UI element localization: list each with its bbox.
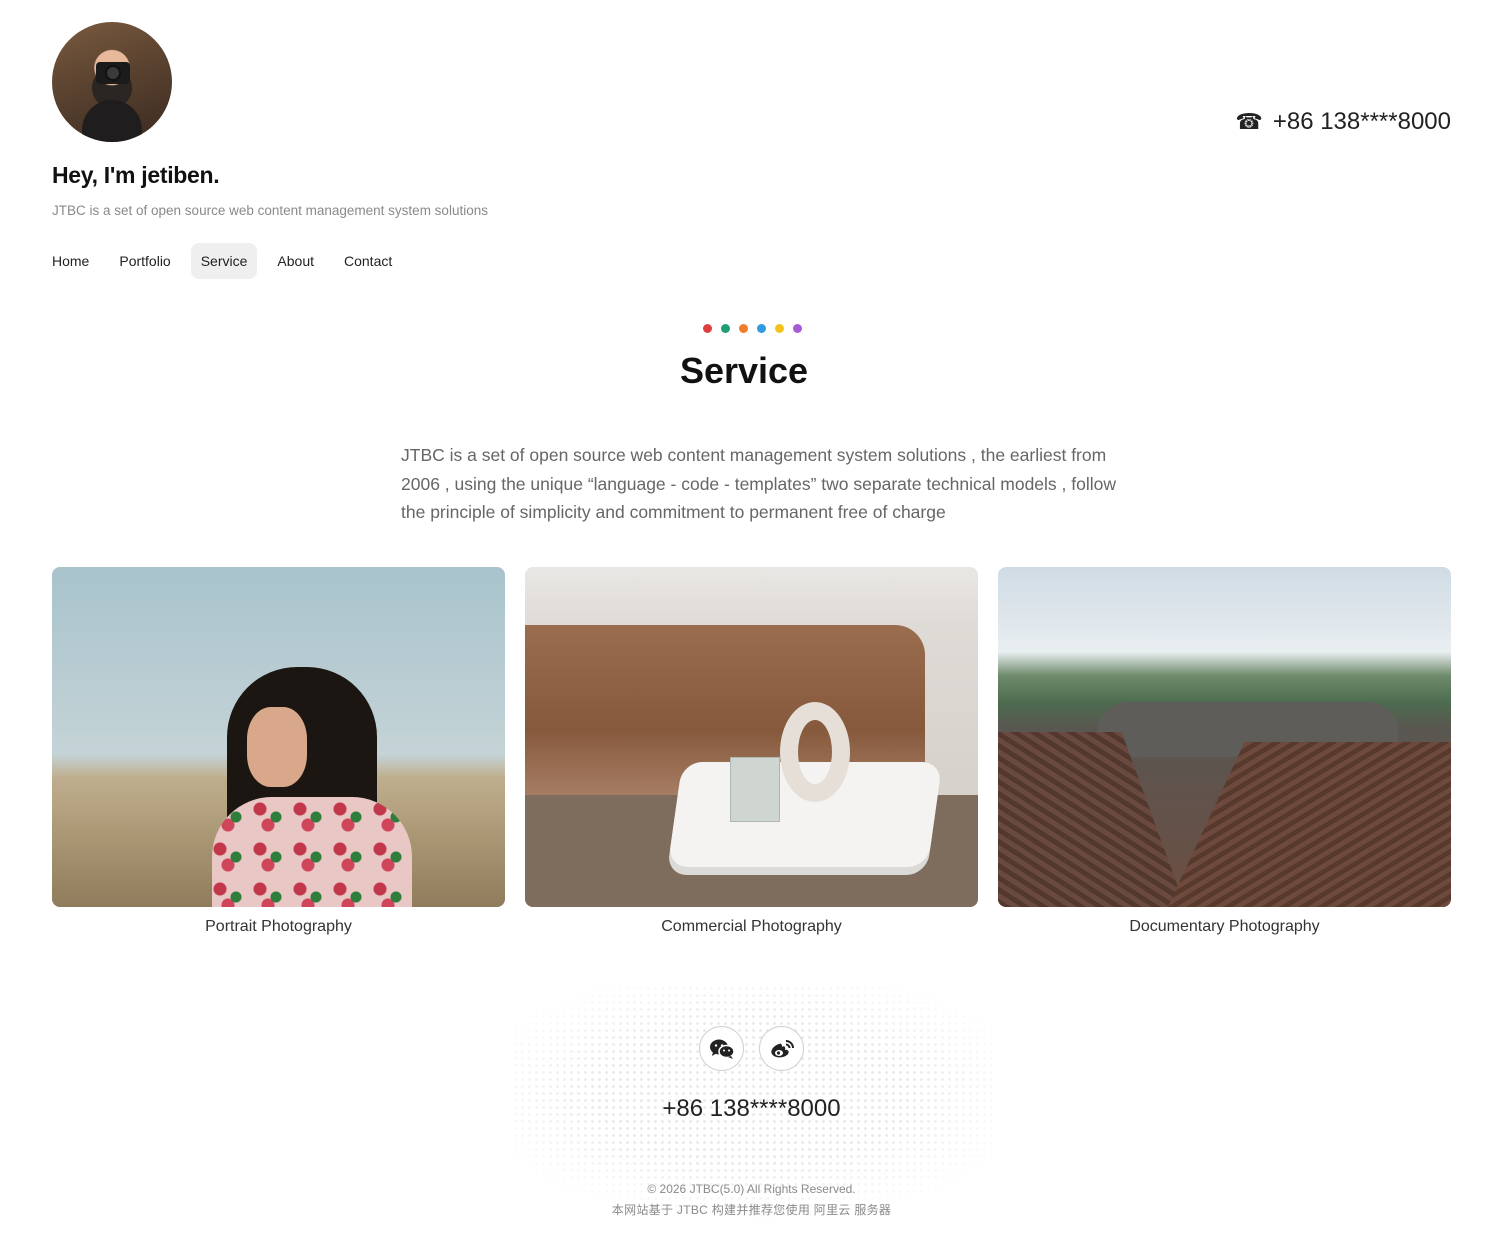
service-cards: Portrait Photography Commercial Photogra… [52,567,1452,936]
avatar[interactable] [52,22,172,142]
nav-item-contact[interactable]: Contact [334,243,402,279]
avatar-body-shape [82,100,142,142]
weibo-icon [770,1039,794,1057]
header-phone[interactable]: ☎ +86 138****8000 [1235,108,1451,136]
dot-red [703,324,712,333]
service-intro: JTBC is a set of open source web content… [401,445,1117,522]
powered-by-text[interactable]: 本网站基于 JTBC 构建并推荐您使用 阿里云 服务器 [0,1201,1488,1218]
phone-icon: ☎ [1235,109,1263,134]
page-title: Service [679,350,809,391]
footer-phone[interactable]: +86 138****8000 [0,1095,1488,1123]
service-card-portrait[interactable]: Portrait Photography [52,567,505,936]
nav-item-portfolio[interactable]: Portfolio [109,243,180,279]
commercial-photo-image[interactable] [525,567,978,907]
social-links [699,1026,804,1071]
vase-shape [780,702,850,802]
portrait-face-shape [247,707,307,787]
service-card-caption[interactable]: Documentary Photography [998,918,1451,936]
dot-purple [793,324,802,333]
dot-green [721,324,730,333]
wechat-button[interactable] [699,1026,744,1071]
glass-cube-shape [730,757,780,822]
nav-item-home[interactable]: Home [42,243,99,279]
dot-orange [739,324,748,333]
portrait-dress-shape [212,797,412,907]
roof-left-shape [998,732,1195,907]
color-dots [703,324,802,333]
main-nav: Home Portfolio Service About Contact [42,243,402,279]
site-title: Hey, I'm jetiben. [52,162,220,188]
wechat-icon [709,1039,735,1059]
camera-lens-shape [105,65,121,81]
service-card-caption[interactable]: Portrait Photography [52,918,505,936]
service-card-documentary[interactable]: Documentary Photography [998,567,1451,936]
dot-yellow [775,324,784,333]
nav-item-service[interactable]: Service [190,243,258,279]
weibo-button[interactable] [759,1026,804,1071]
nav-item-about[interactable]: About [267,243,324,279]
portrait-photo-image[interactable] [52,567,505,907]
service-card-caption[interactable]: Commercial Photography [525,918,978,936]
documentary-photo-image[interactable] [998,567,1451,907]
site-header: Hey, I'm jetiben. JTBC is a set of open … [52,22,1452,282]
header-phone-number: +86 138****8000 [1272,108,1451,135]
copyright-text: © 2026 JTBC(5.0) All Rights Reserved. [647,1182,856,1196]
site-subtitle: JTBC is a set of open source web content… [52,203,488,218]
dot-blue [757,324,766,333]
roof-right-shape [1151,742,1451,907]
service-card-commercial[interactable]: Commercial Photography [525,567,978,936]
